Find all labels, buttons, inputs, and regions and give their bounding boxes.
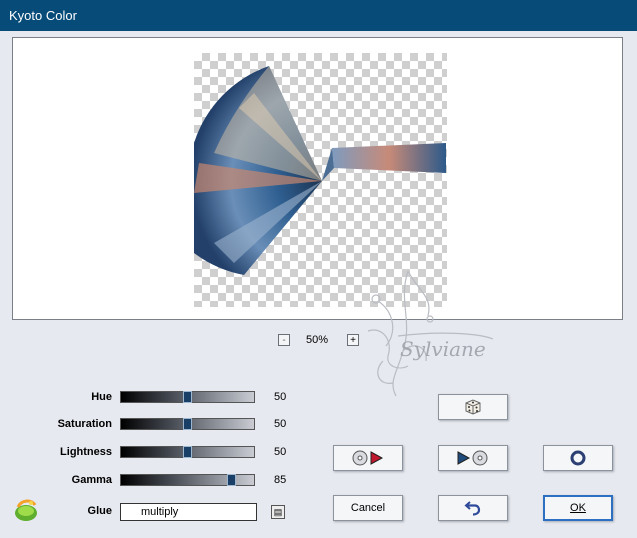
glue-options-button[interactable]: ▤ xyxy=(271,505,285,519)
ok-button[interactable]: OK xyxy=(543,495,613,521)
saturation-label: Saturation xyxy=(57,418,112,430)
zoom-in-button[interactable]: + xyxy=(347,334,359,346)
hue-slider-thumb[interactable] xyxy=(183,391,192,403)
undo-button[interactable] xyxy=(438,495,508,521)
lightness-slider-thumb[interactable] xyxy=(183,446,192,458)
saturation-slider[interactable] xyxy=(120,418,255,430)
svg-text:Sylviane: Sylviane xyxy=(400,337,486,361)
dialog-body: Sylviane - 50% + Hue 50 Saturation 50 Li… xyxy=(0,31,637,538)
saturation-slider-thumb[interactable] xyxy=(183,418,192,430)
zoom-out-button[interactable]: - xyxy=(278,334,290,346)
lightness-slider[interactable] xyxy=(120,446,255,458)
dice-icon xyxy=(465,399,481,415)
lightness-value: 50 xyxy=(274,446,287,458)
hue-slider[interactable] xyxy=(120,391,255,403)
save-preset-button[interactable] xyxy=(438,445,508,471)
preview-pane xyxy=(12,37,623,320)
hue-label: Hue xyxy=(91,391,112,403)
reset-defaults-button[interactable] xyxy=(543,445,613,471)
gamma-slider[interactable] xyxy=(120,474,255,486)
ok-button-label: OK xyxy=(570,502,586,514)
play-disc-icon xyxy=(457,450,488,466)
glue-label: Glue xyxy=(87,505,112,517)
saturation-value: 50 xyxy=(274,418,287,430)
window-title: Kyoto Color xyxy=(9,8,77,23)
undo-arrow-icon xyxy=(464,501,481,516)
gamma-value: 85 xyxy=(274,474,287,486)
load-preset-button[interactable] xyxy=(333,445,403,471)
gamma-slider-thumb[interactable] xyxy=(227,474,236,486)
hue-value: 50 xyxy=(274,391,287,403)
randomize-button[interactable] xyxy=(438,394,508,420)
glue-select[interactable]: multiply xyxy=(120,503,257,521)
watermark-signature: Sylviane xyxy=(367,270,494,397)
title-bar: Kyoto Color xyxy=(0,0,637,31)
zoom-level: 50% xyxy=(306,334,329,346)
disc-play-icon xyxy=(352,450,384,466)
cancel-button[interactable]: Cancel xyxy=(333,495,403,521)
lightness-label: Lightness xyxy=(60,446,112,458)
ring-icon xyxy=(570,450,586,466)
gamma-label: Gamma xyxy=(71,474,112,486)
